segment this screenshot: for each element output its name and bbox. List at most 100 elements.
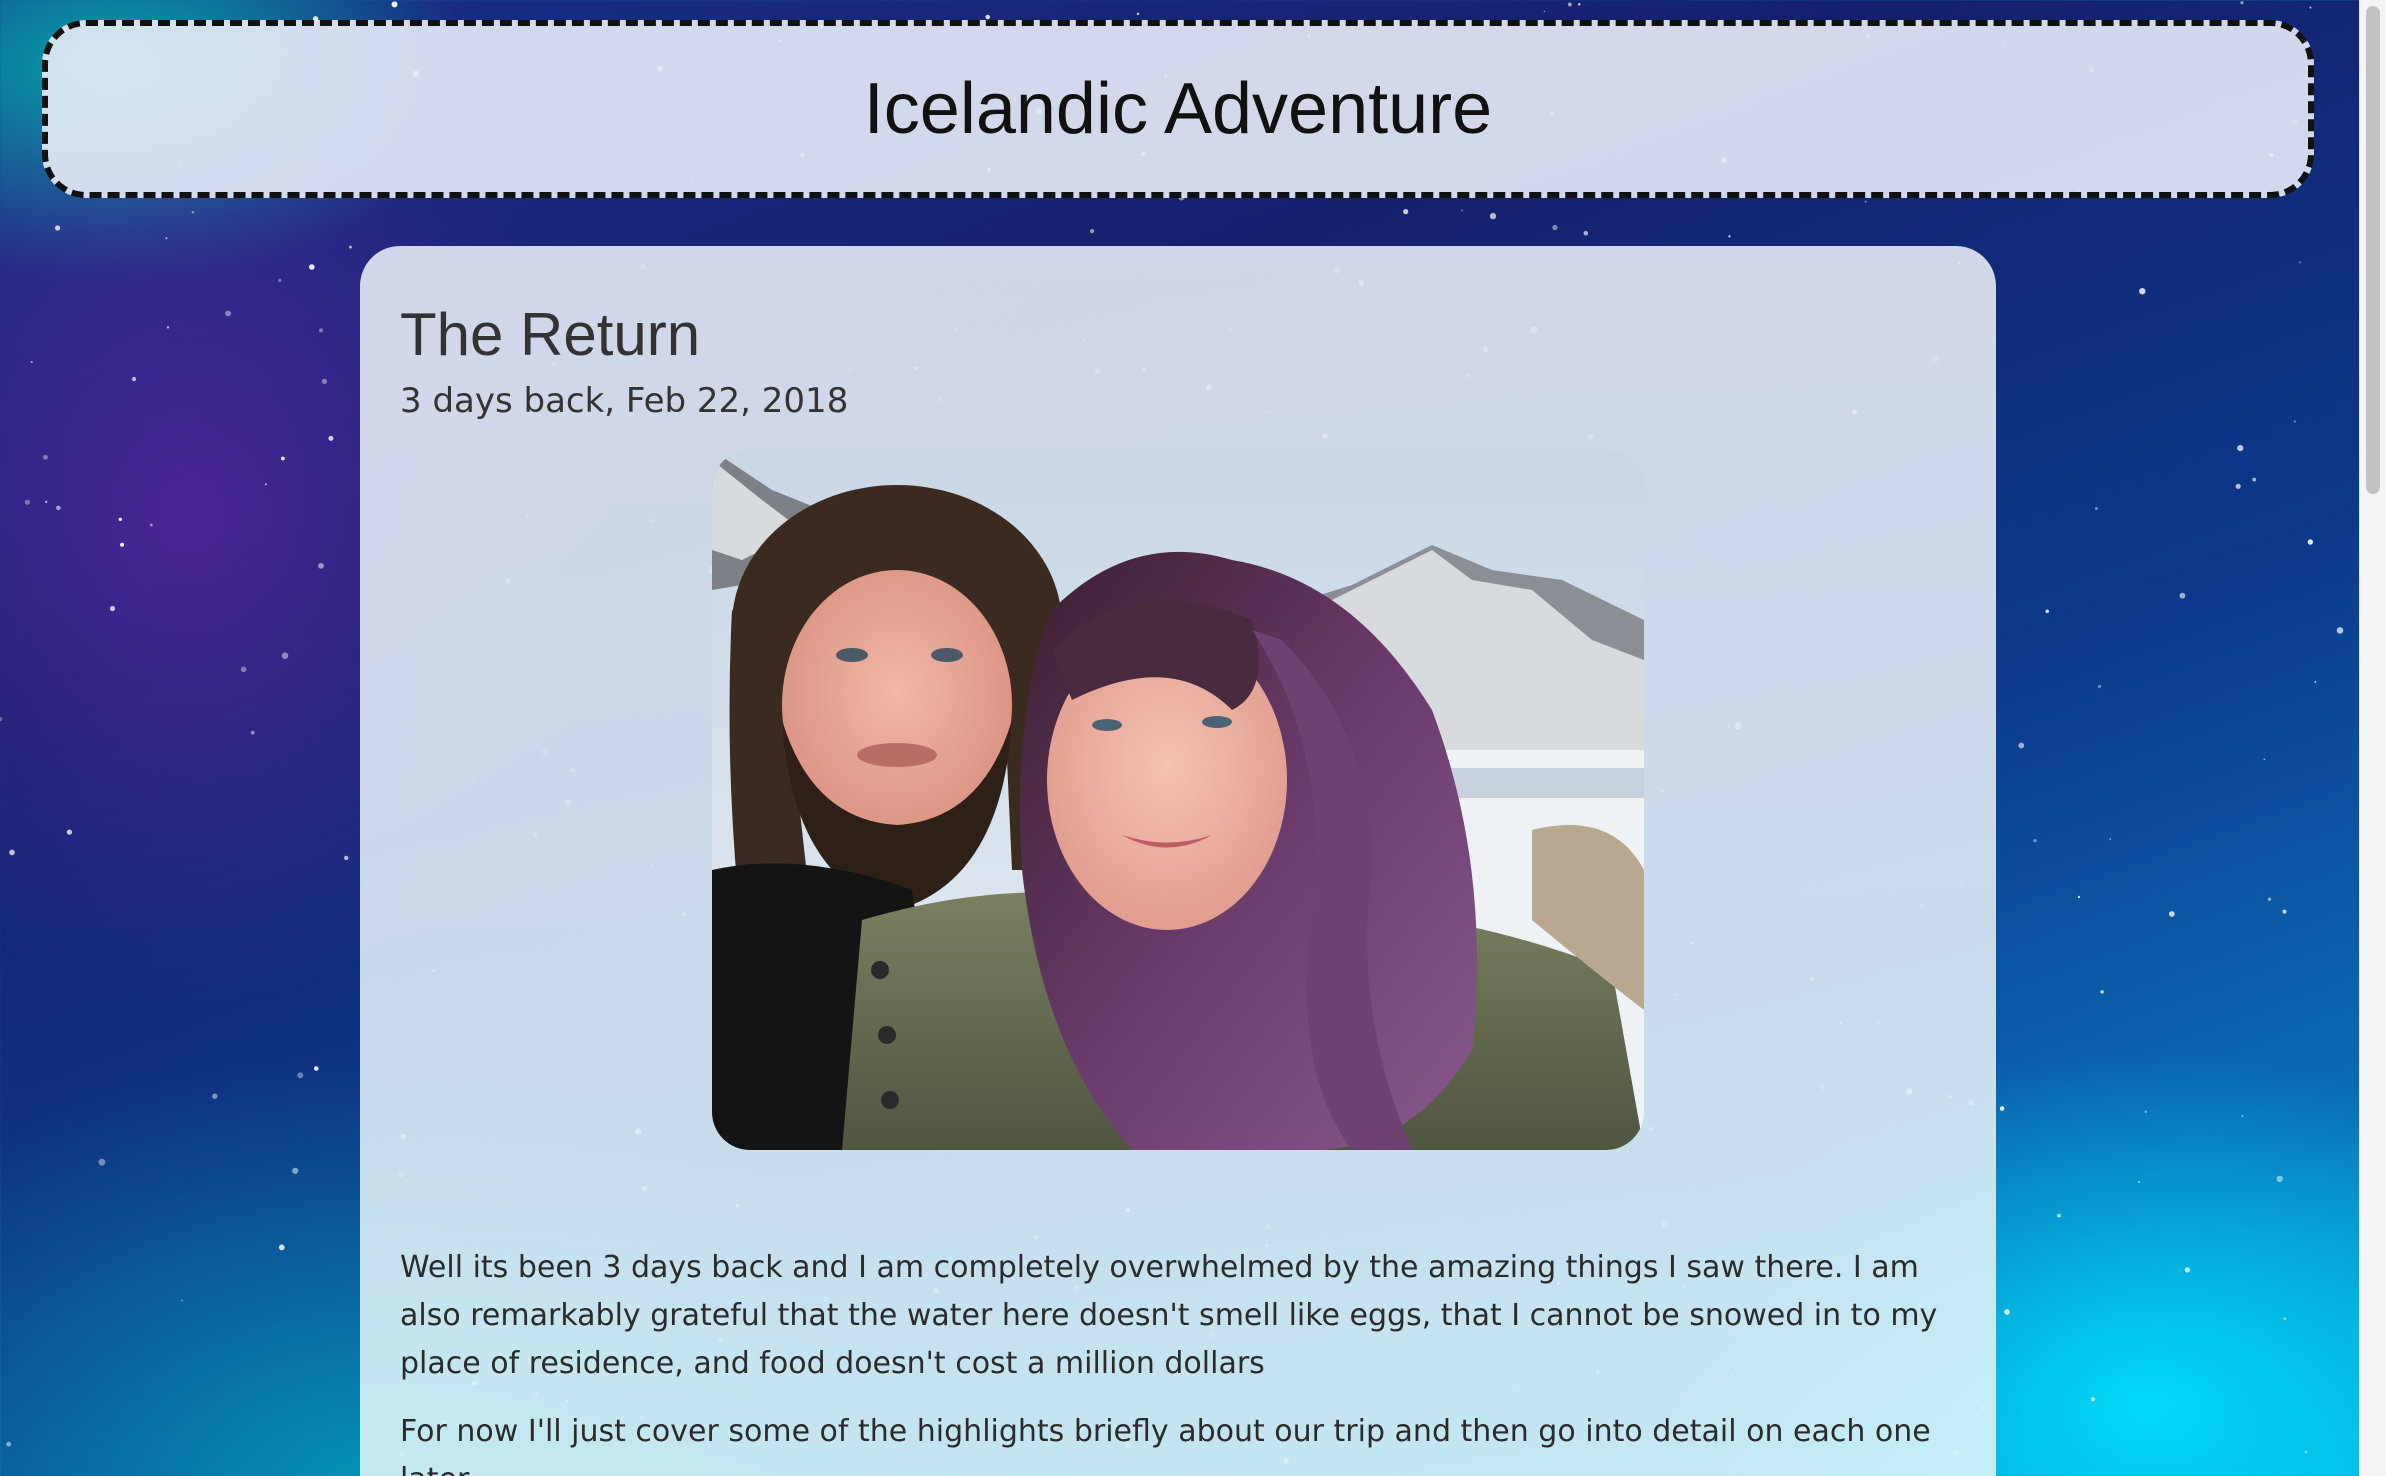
star-dot bbox=[9, 849, 15, 856]
star-dot bbox=[212, 1093, 218, 1099]
page: { "site": { "title": "Icelandic Adventur… bbox=[0, 0, 2386, 1476]
post-card: The Return 3 days back, Feb 22, 2018 Wel… bbox=[360, 246, 1996, 1476]
star-dot bbox=[278, 278, 282, 282]
star-dot bbox=[281, 456, 285, 461]
star-dot bbox=[2109, 838, 2112, 840]
star-dot bbox=[2179, 592, 2186, 599]
star-dot bbox=[2091, 1397, 2095, 1401]
post-photo bbox=[712, 450, 1644, 1150]
star-dot bbox=[314, 1066, 319, 1071]
star-dot bbox=[1090, 229, 1095, 234]
star-dot bbox=[24, 499, 30, 505]
vertical-scrollbar[interactable] bbox=[2359, 0, 2386, 1476]
star-dot bbox=[2263, 758, 2266, 761]
star-dot bbox=[985, 14, 990, 20]
post-body: Well its been 3 days back and I am compl… bbox=[400, 1244, 1960, 1476]
post-paragraph: For now I'll just cover some of the high… bbox=[400, 1414, 1931, 1476]
star-dot bbox=[318, 562, 324, 569]
star-dot bbox=[109, 605, 116, 612]
star-dot bbox=[264, 483, 267, 486]
star-dot bbox=[2139, 288, 2146, 295]
star-dot bbox=[181, 1299, 184, 1302]
star-dot bbox=[30, 361, 33, 364]
star-dot bbox=[45, 500, 48, 503]
star-dot bbox=[240, 666, 247, 673]
star-dot bbox=[2045, 609, 2049, 614]
site-header: Icelandic Adventure bbox=[42, 20, 2314, 198]
star-dot bbox=[2235, 483, 2241, 489]
scrollbar-thumb[interactable] bbox=[2366, 6, 2380, 494]
star-dot bbox=[1543, 10, 1546, 13]
star-dot bbox=[118, 517, 123, 521]
star-dot bbox=[149, 523, 153, 527]
star-dot bbox=[2004, 1309, 2010, 1315]
star-dot bbox=[55, 225, 61, 231]
star-dot bbox=[2252, 477, 2257, 482]
star-dot bbox=[2144, 1110, 2147, 1114]
star-dot bbox=[1583, 230, 1589, 236]
star-dot bbox=[1461, 209, 1463, 212]
star-dot bbox=[2282, 909, 2287, 914]
star-dot bbox=[166, 326, 170, 329]
star-dot bbox=[2077, 895, 2081, 899]
star-dot bbox=[2304, 1450, 2308, 1454]
star-dot bbox=[2100, 990, 2104, 994]
post-title: The Return bbox=[400, 301, 701, 368]
star-dot bbox=[2309, 6, 2312, 9]
star-dot bbox=[191, 211, 194, 214]
star-dot bbox=[2336, 627, 2344, 634]
post-paragraph: Well its been 3 days back and I am compl… bbox=[400, 1250, 1938, 1381]
post-date: 3 days back, Feb 22, 2018 bbox=[400, 381, 849, 421]
star-dot bbox=[2137, 1180, 2140, 1183]
star-dot bbox=[2299, 261, 2302, 264]
star-dot bbox=[225, 310, 232, 317]
star-dot bbox=[281, 652, 289, 659]
star-dot bbox=[278, 1244, 285, 1251]
star-dot bbox=[1577, 3, 1581, 6]
star-dot bbox=[1864, 200, 1867, 203]
star-dot bbox=[2314, 681, 2317, 683]
star-dot bbox=[2307, 539, 2313, 545]
star-dot bbox=[120, 542, 125, 547]
star-dot bbox=[2097, 684, 2102, 689]
star-dot bbox=[2168, 911, 2175, 917]
star-dot bbox=[309, 264, 315, 270]
star-dot bbox=[2184, 1267, 2191, 1273]
star-dot bbox=[131, 376, 137, 382]
star-dot bbox=[2241, 1115, 2244, 1118]
star-dot bbox=[2237, 445, 2244, 452]
star-dot bbox=[321, 378, 328, 384]
star-dot bbox=[344, 855, 349, 861]
star-dot bbox=[391, 1, 398, 8]
star-dot bbox=[2293, 420, 2296, 423]
star-dot bbox=[98, 1158, 106, 1166]
star-dot bbox=[1999, 1106, 2005, 1111]
star-dot bbox=[348, 245, 352, 249]
star-dot bbox=[250, 730, 255, 735]
star-dot bbox=[1489, 212, 1497, 220]
star-dot bbox=[43, 454, 48, 460]
star-dot bbox=[1136, 12, 1140, 15]
star-dot bbox=[2018, 742, 2025, 749]
star-dot bbox=[1552, 224, 1558, 231]
star-dot bbox=[297, 1072, 304, 1079]
couple-selfie-photo-icon bbox=[712, 450, 1644, 1150]
star-dot bbox=[2057, 1213, 2061, 1218]
star-dot bbox=[2095, 507, 2098, 510]
star-dot bbox=[2276, 1175, 2283, 1183]
star-dot bbox=[6, 1441, 12, 1447]
star-dot bbox=[165, 237, 168, 240]
star-dot bbox=[1403, 209, 1409, 215]
star-dot bbox=[292, 1167, 299, 1174]
star-dot bbox=[2283, 1317, 2287, 1321]
star-dot bbox=[66, 829, 72, 835]
star-dot bbox=[319, 328, 323, 333]
star-dot bbox=[1567, 2, 1572, 7]
star-dot bbox=[2240, 1, 2244, 5]
star-dot bbox=[328, 435, 334, 441]
star-dot bbox=[2267, 897, 2272, 901]
star-dot bbox=[1728, 235, 1731, 238]
site-title: Icelandic Adventure bbox=[863, 69, 1493, 149]
star-dot bbox=[2033, 839, 2037, 843]
star-dot bbox=[0, 717, 3, 722]
